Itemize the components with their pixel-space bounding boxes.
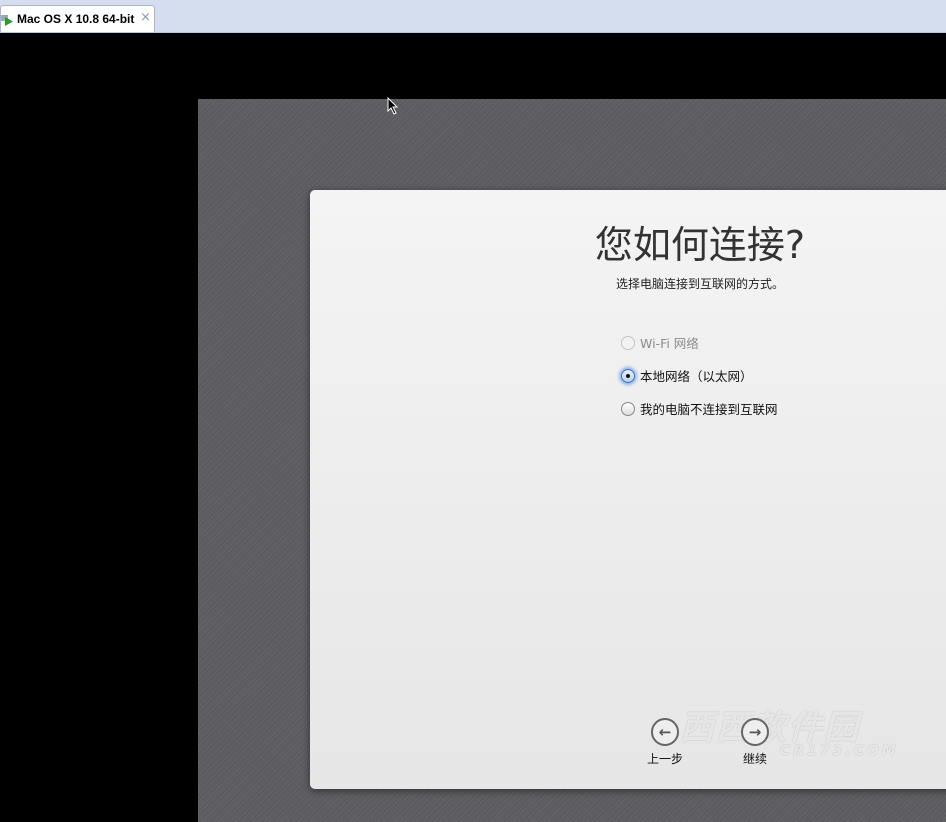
- back-button[interactable]: ← 上一步: [635, 718, 695, 767]
- option-no-internet[interactable]: 我的电脑不连接到互联网: [621, 399, 778, 418]
- arrow-right-icon: →: [741, 718, 769, 746]
- mouse-cursor-icon: [387, 97, 399, 115]
- arrow-left-icon: ←: [651, 718, 679, 746]
- option-ethernet[interactable]: 本地网络（以太网）: [621, 366, 753, 385]
- tab-vm[interactable]: Mac OS X 10.8 64-bit ×: [0, 5, 155, 32]
- vm-play-icon: [1, 15, 13, 26]
- tab-bar: Mac OS X 10.8 64-bit ×: [0, 0, 946, 33]
- continue-button[interactable]: → 继续: [725, 718, 785, 767]
- radio-ethernet[interactable]: [621, 368, 635, 383]
- back-label: 上一步: [646, 752, 683, 766]
- page-title: 您如何连接?: [594, 223, 806, 267]
- option-label: 我的电脑不连接到互联网: [640, 402, 778, 417]
- option-label: 本地网络（以太网）: [640, 369, 753, 384]
- radio-wifi[interactable]: [621, 335, 635, 350]
- option-wifi[interactable]: Wi-Fi 网络: [621, 333, 699, 352]
- network-setup-dialog: 您如何连接? 选择电脑连接到互联网的方式。 Wi-Fi 网络 本地网络（以太网）…: [310, 190, 946, 789]
- radio-no-internet[interactable]: [621, 401, 635, 416]
- close-icon[interactable]: ×: [140, 10, 151, 25]
- continue-label: 继续: [742, 752, 767, 766]
- tab-label: Mac OS X 10.8 64-bit: [17, 12, 135, 26]
- page-subtitle: 选择电脑连接到互联网的方式。: [615, 277, 784, 291]
- watermark-logo: 西西软件园 CR173.COM: [680, 708, 899, 759]
- option-label: Wi-Fi 网络: [640, 336, 699, 351]
